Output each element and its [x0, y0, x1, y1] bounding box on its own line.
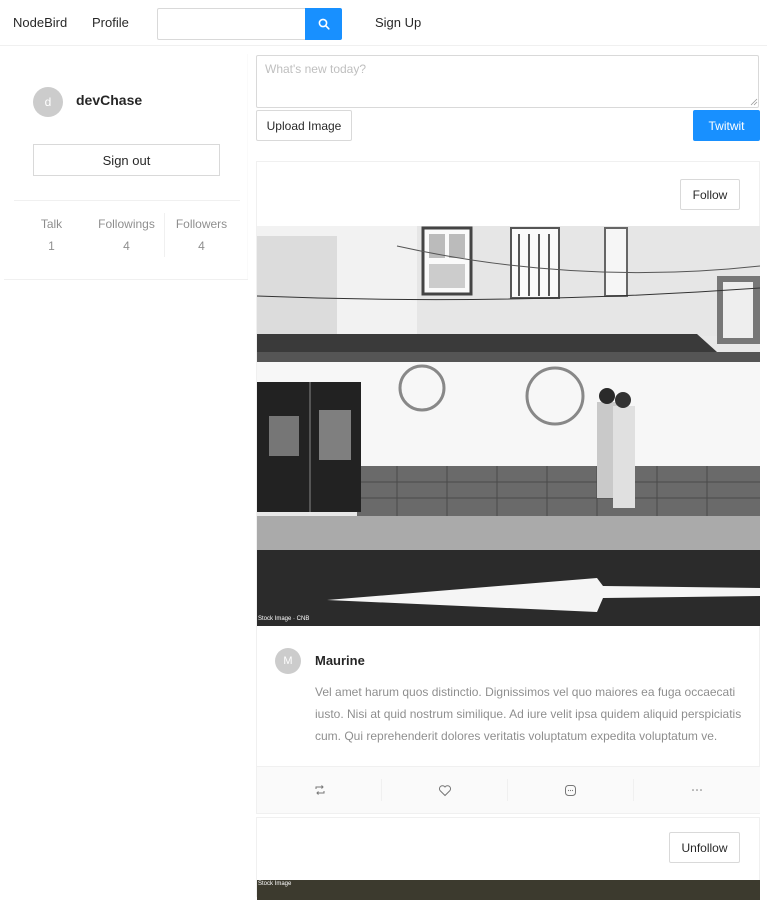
author-avatar: M — [275, 648, 301, 674]
stat-label: Followings — [98, 217, 155, 231]
search-group — [157, 8, 342, 40]
nav-profile-link[interactable]: Profile — [92, 15, 129, 30]
post-image[interactable] — [257, 226, 760, 626]
message-icon — [565, 784, 576, 796]
user-avatar: d — [33, 87, 63, 117]
heart-icon — [438, 784, 451, 796]
search-input[interactable] — [157, 8, 306, 40]
stat-value: 4 — [198, 239, 205, 253]
nav-brand-link[interactable]: NodeBird — [13, 15, 67, 30]
sign-out-button[interactable]: Sign out — [33, 144, 220, 176]
post-content: Vel amet harum quos distinctio. Dignissi… — [315, 685, 742, 743]
follow-button[interactable]: Follow — [680, 179, 740, 210]
nav-signup-link[interactable]: Sign Up — [375, 15, 421, 30]
profile-card: d devChase Sign out Talk 1 Followings 4 … — [4, 54, 248, 280]
user-stats: Talk 1 Followings 4 Followers 4 — [14, 200, 240, 280]
stat-value: 4 — [123, 239, 130, 253]
user-nickname: devChase — [76, 92, 143, 108]
comment-button[interactable] — [508, 767, 633, 813]
author-name: Maurine — [315, 653, 365, 668]
post-image[interactable] — [257, 880, 760, 900]
search-button[interactable] — [305, 8, 342, 40]
left-column: d devChase Sign out Talk 1 Followings 4 … — [0, 54, 248, 280]
search-icon — [318, 18, 330, 30]
stat-followers[interactable]: Followers 4 — [164, 217, 239, 253]
post-card: Unfollow Stock Image — [256, 817, 760, 900]
stat-label: Followers — [175, 217, 228, 231]
stat-value: 1 — [48, 239, 55, 253]
post-actions — [257, 766, 760, 813]
twitwit-submit-button[interactable]: Twitwit — [693, 110, 760, 141]
upload-image-button[interactable]: Upload Image — [256, 110, 352, 141]
retweet-icon — [315, 785, 324, 795]
unfollow-button[interactable]: Unfollow — [669, 832, 740, 863]
stat-talk[interactable]: Talk 1 — [14, 217, 89, 253]
post-card: Follow Stock Image · CNB M Maurine Vel a… — [256, 161, 760, 814]
top-nav: NodeBird Profile Sign Up — [0, 0, 767, 46]
user-avatar-initial: d — [44, 95, 52, 109]
more-button[interactable] — [634, 767, 759, 813]
stat-label: Talk — [40, 217, 63, 231]
street-photo — [257, 226, 760, 626]
image-caption: Stock Image — [258, 881, 292, 887]
ellipsis-icon — [691, 789, 702, 791]
post-textarea[interactable] — [256, 55, 759, 108]
like-button[interactable] — [382, 767, 507, 813]
resize-grip-icon[interactable] — [750, 98, 758, 106]
stat-followings[interactable]: Followings 4 — [89, 217, 164, 253]
retweet-button[interactable] — [257, 767, 382, 813]
author-avatar-initial: M — [283, 655, 293, 667]
image-caption: Stock Image · CNB — [258, 616, 310, 622]
